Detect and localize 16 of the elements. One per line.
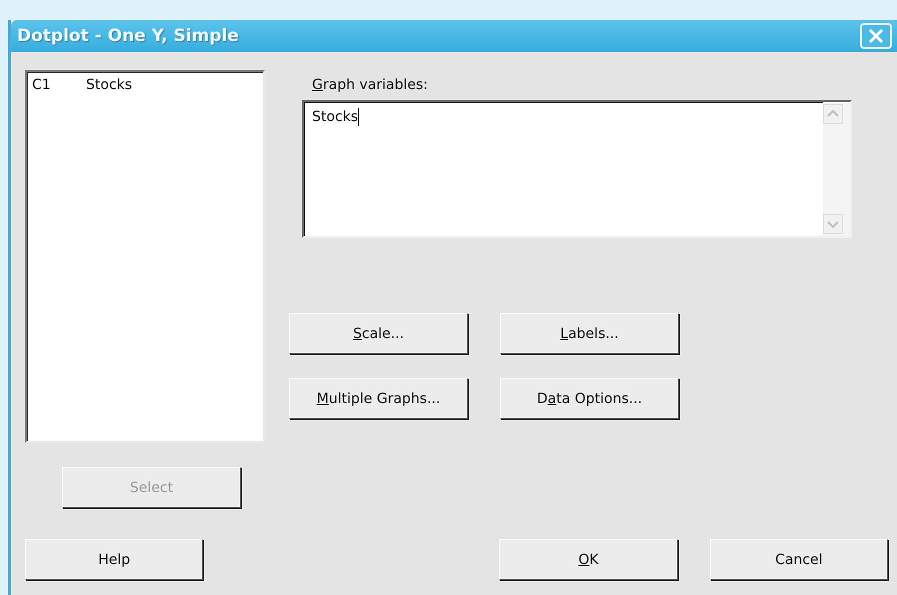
scroll-down-icon[interactable]: [823, 214, 843, 234]
option-button[interactable]: Multiple Graphs...: [289, 378, 468, 419]
option-button[interactable]: Scale...: [289, 313, 468, 354]
option-button[interactable]: Data Options...: [500, 378, 679, 419]
scroll-up-icon[interactable]: [823, 104, 843, 124]
column-list-item[interactable]: C1 Stocks: [32, 76, 258, 94]
close-icon: [867, 27, 885, 45]
option-button[interactable]: Labels...: [500, 313, 679, 354]
cancel-button[interactable]: Cancel: [710, 539, 888, 580]
close-button[interactable]: [860, 23, 892, 49]
graph-variables-label: Graph variables:: [312, 77, 428, 93]
column-list[interactable]: C1 Stocks: [25, 70, 265, 443]
help-button[interactable]: Help: [25, 539, 204, 580]
ok-button[interactable]: OK: [499, 539, 678, 580]
window-title: Dotplot - One Y, Simple: [17, 26, 239, 46]
graph-variables-field[interactable]: Stocks: [302, 100, 852, 238]
